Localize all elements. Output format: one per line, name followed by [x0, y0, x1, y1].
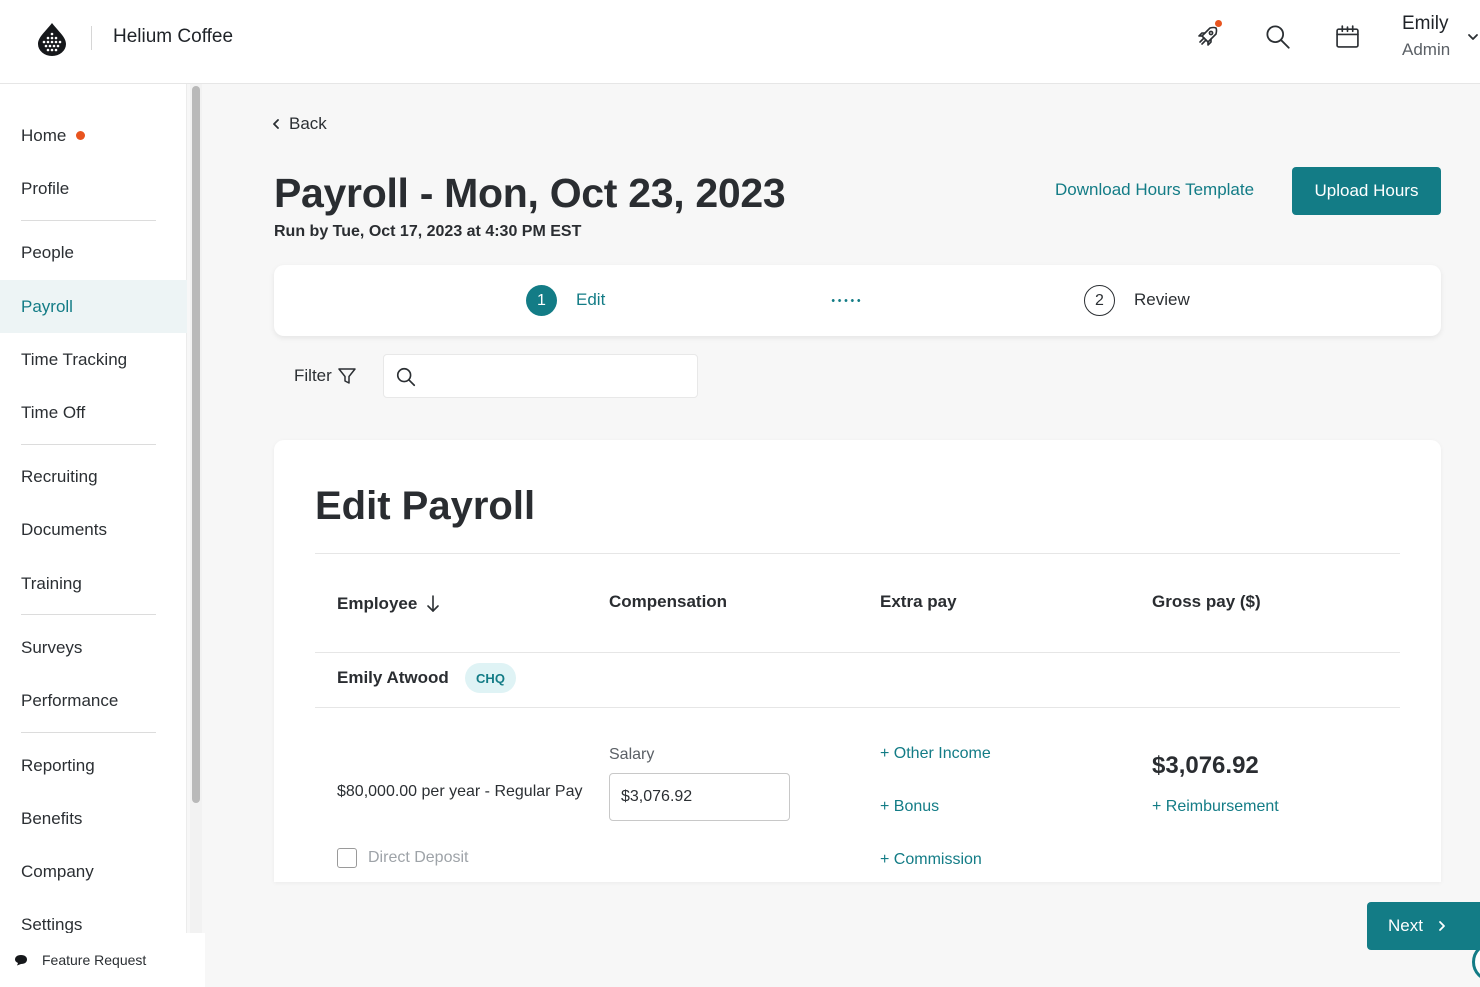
- sidebar-item-reporting[interactable]: Reporting: [0, 739, 187, 792]
- sidebar-item-label: Surveys: [21, 637, 83, 657]
- run-by-date: Run by Tue, Oct 17, 2023 at 4:30 PM EST: [274, 223, 582, 240]
- employee-search-input[interactable]: [428, 363, 688, 391]
- sidebar-item-label: People: [21, 242, 74, 262]
- sidebar-item-label: Performance: [21, 690, 119, 710]
- sidebar-item-performance[interactable]: Performance: [0, 674, 187, 727]
- sidebar-scrollbar-thumb[interactable]: [192, 86, 200, 803]
- sidebar-divider: [21, 732, 156, 733]
- user-menu[interactable]: Emily Admin: [1402, 13, 1450, 60]
- divider: [315, 652, 1400, 653]
- step-connector: [830, 299, 862, 302]
- sidebar-item-label: Settings: [21, 914, 83, 934]
- logo-divider: [91, 26, 92, 50]
- add-other-income-link[interactable]: + Other Income: [880, 745, 991, 763]
- rocket-icon[interactable]: [1192, 20, 1224, 52]
- column-header-label: Employee: [337, 594, 418, 613]
- sidebar-item-label: Reporting: [21, 755, 95, 775]
- step-2-indicator[interactable]: 2: [1084, 285, 1115, 316]
- filter-label: Filter: [294, 366, 332, 385]
- sidebar-item-label: Recruiting: [21, 466, 98, 486]
- next-label: Next: [1388, 916, 1423, 935]
- calendar-icon[interactable]: [1331, 20, 1363, 52]
- sidebar-item-label: Profile: [21, 178, 70, 198]
- step-1-indicator[interactable]: 1: [526, 285, 557, 316]
- sidebar-divider: [21, 614, 156, 615]
- step-1-label[interactable]: Edit: [576, 290, 605, 310]
- sidebar-divider: [21, 444, 156, 445]
- back-link[interactable]: Back: [272, 114, 327, 134]
- sidebar-item-label: Home: [21, 125, 67, 145]
- edit-payroll-title: Edit Payroll: [315, 484, 536, 528]
- filter-button[interactable]: Filter: [294, 366, 356, 386]
- feature-request-label: Feature Request: [42, 952, 147, 968]
- home-notification-dot: [76, 131, 86, 140]
- search-icon: [396, 367, 416, 387]
- sidebar-item-documents[interactable]: Documents: [0, 503, 187, 556]
- chat-bubble-icon: [15, 955, 27, 966]
- sidebar-item-label: Benefits: [21, 808, 83, 828]
- sidebar-item-time-off[interactable]: Time Off: [0, 386, 187, 439]
- sidebar-item-home[interactable]: Home: [0, 109, 187, 162]
- sidebar-item-label: Time Tracking: [21, 349, 128, 369]
- chevron-right-icon: [1439, 921, 1445, 931]
- employee-search-box[interactable]: [383, 354, 698, 398]
- feature-request-button[interactable]: Feature Request: [0, 933, 205, 987]
- column-header-extra-pay: Extra pay: [880, 592, 957, 611]
- sidebar-item-recruiting[interactable]: Recruiting: [0, 450, 187, 503]
- step-2-label[interactable]: Review: [1134, 290, 1190, 310]
- edit-payroll-card: Edit Payroll Employee Compensation Extra…: [274, 440, 1441, 882]
- direct-deposit-label: Direct Deposit: [368, 849, 469, 866]
- upload-hours-button[interactable]: Upload Hours: [1292, 167, 1441, 215]
- payment-method-badge: CHQ: [465, 663, 516, 693]
- sidebar: Home Profile People Payroll Time Trackin…: [0, 84, 187, 987]
- compensation-description: $80,000.00 per year - Regular Pay: [337, 783, 583, 800]
- chevron-down-icon[interactable]: [1466, 30, 1480, 44]
- sidebar-item-surveys[interactable]: Surveys: [0, 621, 187, 674]
- chevron-left-icon: [273, 119, 279, 129]
- add-commission-link[interactable]: + Commission: [880, 851, 982, 869]
- user-role: Admin: [1402, 40, 1451, 59]
- back-label: Back: [289, 114, 327, 133]
- direct-deposit-checkbox[interactable]: Direct Deposit: [337, 848, 468, 868]
- company-name: Helium Coffee: [113, 26, 234, 47]
- sidebar-item-time-tracking[interactable]: Time Tracking: [0, 333, 187, 386]
- user-name: Emily: [1402, 13, 1449, 34]
- checkbox-box[interactable]: [337, 848, 357, 868]
- column-header-employee[interactable]: Employee: [337, 594, 440, 614]
- droplet-logo-icon[interactable]: [36, 22, 68, 56]
- sidebar-item-label: Company: [21, 861, 94, 881]
- divider: [315, 707, 1400, 708]
- top-bar: Helium Coffee Emily Admin: [0, 0, 1480, 84]
- sidebar-item-label: Training: [21, 573, 82, 593]
- column-header-compensation: Compensation: [609, 592, 728, 611]
- add-bonus-link[interactable]: + Bonus: [880, 798, 939, 816]
- column-header-gross-pay: Gross pay ($): [1152, 592, 1261, 611]
- gross-pay-value: $3,076.92: [1152, 752, 1259, 779]
- sidebar-item-training[interactable]: Training: [0, 557, 187, 610]
- divider: [315, 553, 1400, 554]
- page-title: Payroll - Mon, Oct 23, 2023: [274, 170, 786, 216]
- sidebar-item-label: Payroll: [21, 296, 73, 316]
- sidebar-item-company[interactable]: Company: [0, 845, 187, 898]
- employee-name: Emily Atwood: [337, 668, 449, 687]
- sidebar-divider: [21, 220, 156, 221]
- sidebar-item-label: Documents: [21, 519, 107, 539]
- next-button[interactable]: Next: [1367, 902, 1480, 950]
- sidebar-item-payroll[interactable]: Payroll: [0, 280, 187, 333]
- salary-input[interactable]: [609, 773, 790, 821]
- add-reimbursement-link[interactable]: + Reimbursement: [1152, 798, 1279, 816]
- salary-label: Salary: [609, 746, 655, 763]
- sidebar-item-label: Time Off: [21, 402, 86, 422]
- sidebar-item-benefits[interactable]: Benefits: [0, 792, 187, 845]
- sidebar-item-profile[interactable]: Profile: [0, 162, 187, 215]
- download-hours-template-link[interactable]: Download Hours Template: [1055, 180, 1254, 200]
- sidebar-item-people[interactable]: People: [0, 226, 187, 279]
- filter-funnel-icon: [338, 368, 356, 384]
- payroll-stepper: 1 Edit 2 Review: [274, 265, 1441, 336]
- search-icon[interactable]: [1261, 20, 1293, 52]
- notification-dot: [1215, 20, 1222, 27]
- sort-arrow-down-icon[interactable]: [426, 595, 440, 613]
